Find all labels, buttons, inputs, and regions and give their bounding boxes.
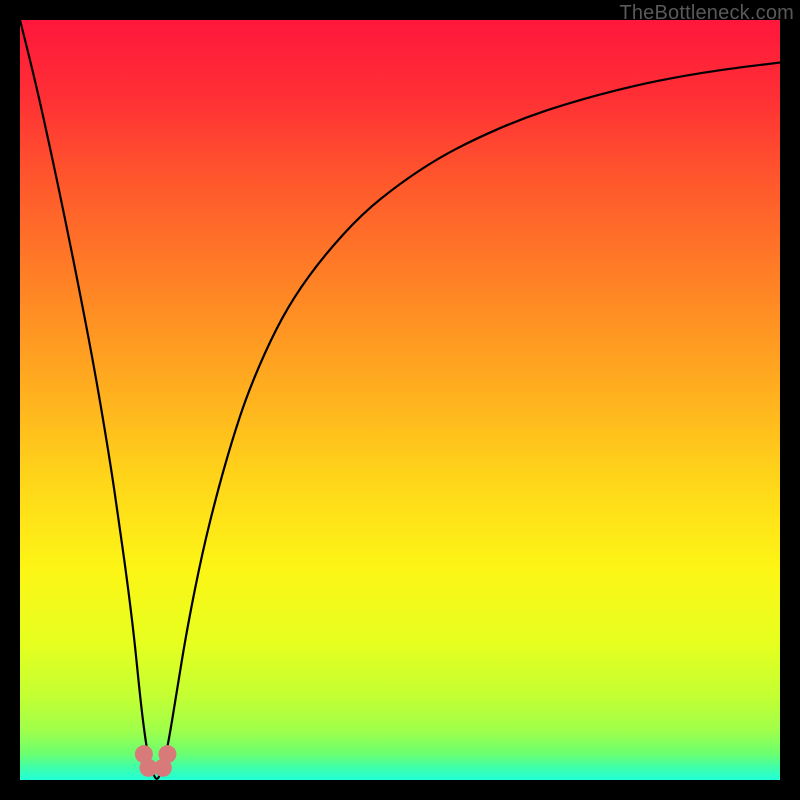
chart-frame: TheBottleneck.com xyxy=(0,0,800,800)
gradient-background xyxy=(20,20,780,780)
watermark-text: TheBottleneck.com xyxy=(619,2,794,25)
bottleneck-chart xyxy=(20,20,780,780)
marker-dot xyxy=(158,745,176,763)
